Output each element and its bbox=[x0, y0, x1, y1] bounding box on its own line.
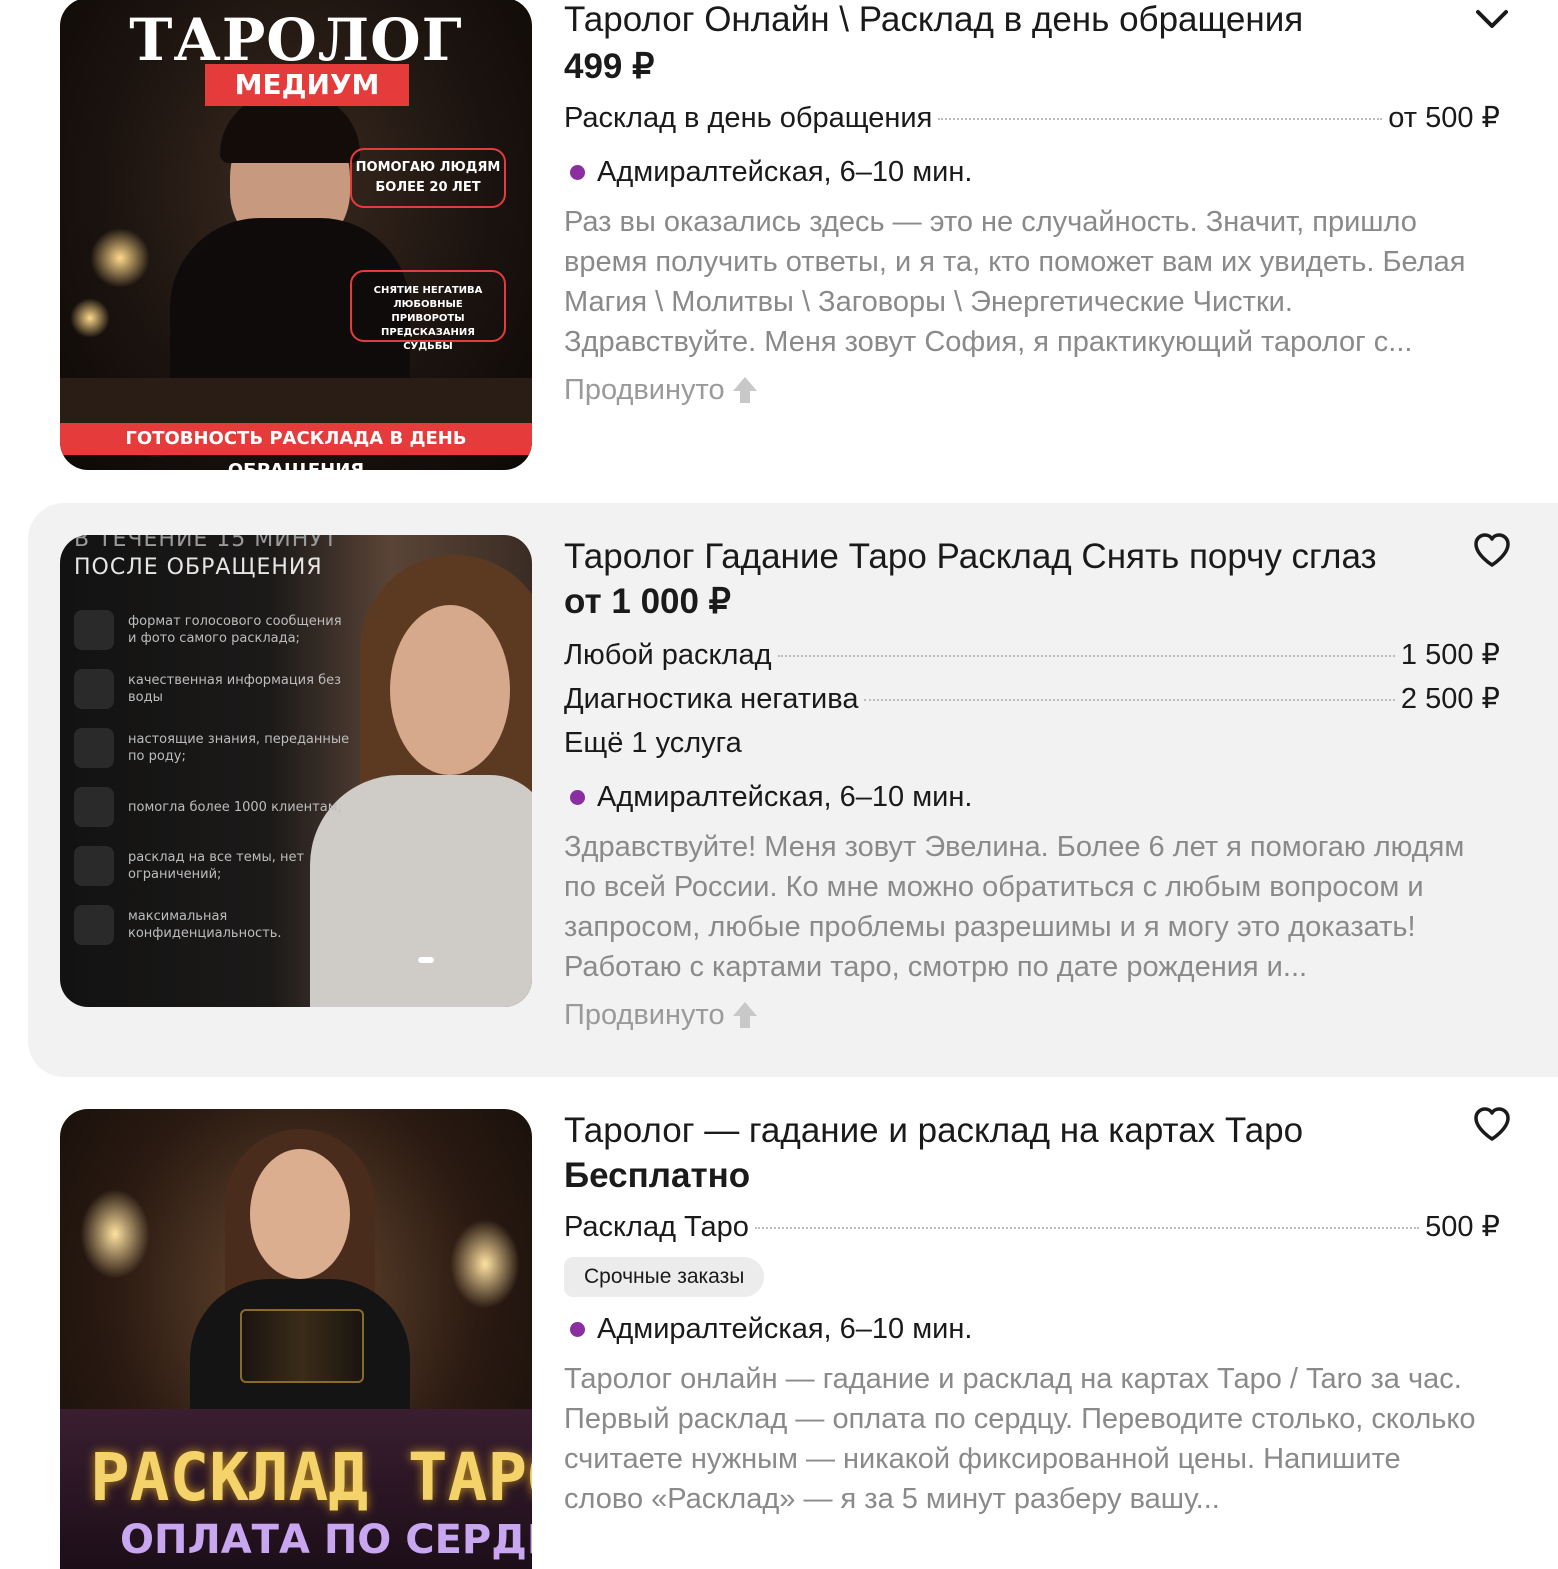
heart-icon[interactable] bbox=[1472, 531, 1512, 571]
listing-card-2-content: В ТЕЧЕНИЕ 15 МИНУТ ПОСЛЕ ОБРАЩЕНИЯ форма… bbox=[0, 503, 1558, 1077]
feature-text: помогла более 1000 клиентам; bbox=[128, 799, 342, 815]
chevron-down-icon[interactable] bbox=[1472, 2, 1512, 42]
urgent-orders-badge: Срочные заказы bbox=[564, 1257, 765, 1297]
listing-price-2: от 1 000 ₽ bbox=[564, 582, 731, 621]
metro-location: Адмиралтейская, 6–10 мин. bbox=[564, 150, 1504, 194]
feature-icon bbox=[74, 728, 114, 768]
listing-card-3[interactable]: РАСКЛАД ТАРО ОПЛАТА ПО СЕРДЦУ Таролог — … bbox=[0, 1077, 1558, 1569]
metro-dot-icon bbox=[570, 164, 585, 180]
dotted-leader bbox=[938, 118, 1383, 120]
image-line-2: ОПЛАТА ПО СЕРДЦУ bbox=[120, 1517, 532, 1563]
promoted-text: Продвинуто bbox=[564, 374, 725, 406]
listing-description-2: Здравствуйте! Меня зовут Эвелина. Более … bbox=[564, 831, 1465, 983]
promoted-label: Продвинуто bbox=[564, 368, 1504, 412]
feature-text: качественная информация без воды bbox=[128, 673, 342, 705]
service-name: Диагностика негатива bbox=[564, 683, 859, 715]
tarot-cards bbox=[240, 1309, 364, 1383]
candle-glow bbox=[450, 1219, 520, 1309]
feature-item: расклад на все темы, нет ограничений; bbox=[74, 841, 354, 891]
feature-item: настоящие знания, переданные по роду; bbox=[74, 723, 354, 773]
listing-title-3[interactable]: Таролог — гадание и расклад на картах Та… bbox=[564, 1109, 1504, 1153]
badge-row: Срочные заказы bbox=[564, 1257, 1504, 1297]
feature-icon bbox=[74, 846, 114, 886]
service-row: Расклад в день обращения от 500 ₽ bbox=[564, 96, 1500, 140]
image-footer: ГОТОВНОСТЬ РАСКЛАДА В ДЕНЬ ОБРАЩЕНИЯ bbox=[60, 423, 532, 470]
feature-text: формат голосового сообщения и фото самог… bbox=[128, 614, 342, 646]
carousel-indicator[interactable] bbox=[418, 957, 434, 963]
listing-title-1[interactable]: Таролог Онлайн \ Расклад в день обращени… bbox=[564, 0, 1504, 42]
feature-text: максимальная конфиденциальность. bbox=[128, 909, 282, 941]
metro-dot-icon bbox=[570, 789, 585, 805]
candle-glow bbox=[80, 1189, 150, 1279]
listing-price-3: Бесплатно bbox=[564, 1156, 751, 1195]
woman-face bbox=[250, 1149, 350, 1279]
listing-image-2[interactable]: В ТЕЧЕНИЕ 15 МИНУТ ПОСЛЕ ОБРАЩЕНИЯ форма… bbox=[60, 535, 532, 1007]
candle-glow bbox=[90, 228, 150, 288]
feature-icon bbox=[74, 669, 114, 709]
service-row: Расклад Таро 500 ₽ bbox=[564, 1205, 1500, 1249]
woman-face bbox=[390, 605, 510, 775]
image-top-1: В ТЕЧЕНИЕ 15 МИНУТ bbox=[74, 535, 339, 552]
service-row: Любой расклад 1 500 ₽ bbox=[564, 633, 1500, 677]
feature-item: помогла более 1000 клиентам; bbox=[74, 782, 354, 832]
service-price: 1 500 ₽ bbox=[1400, 639, 1500, 671]
listing-image-3[interactable]: РАСКЛАД ТАРО ОПЛАТА ПО СЕРДЦУ bbox=[60, 1109, 532, 1569]
image-box-1: ПОМОГАЮ ЛЮДЯМ БОЛЕЕ 20 ЛЕТ bbox=[350, 148, 506, 208]
dotted-leader bbox=[754, 1227, 1420, 1229]
metro-dot-icon bbox=[570, 1321, 585, 1337]
listing-description-1: Раз вы оказались здесь — это не случайно… bbox=[564, 206, 1466, 358]
service-name: Расклад в день обращения bbox=[564, 102, 933, 134]
listing-price-1: 499 ₽ bbox=[564, 47, 655, 86]
listing-title-2[interactable]: Таролог Гадание Таро Расклад Снять порчу… bbox=[564, 535, 1504, 579]
dotted-leader bbox=[777, 655, 1395, 657]
service-name: Любой расклад bbox=[564, 639, 772, 671]
feature-text: настоящие знания, переданные по роду; bbox=[128, 732, 350, 764]
feature-item: формат голосового сообщения и фото самог… bbox=[74, 605, 354, 655]
location-text: Адмиралтейская, 6–10 мин. bbox=[597, 1313, 973, 1345]
service-row: Диагностика негатива 2 500 ₽ bbox=[564, 677, 1500, 721]
service-price: 500 ₽ bbox=[1425, 1211, 1500, 1243]
dotted-leader bbox=[864, 699, 1395, 701]
listing-description-3: Таролог онлайн — гадание и расклад на ка… bbox=[564, 1363, 1476, 1515]
image-line-1: РАСКЛАД ТАРО bbox=[90, 1439, 532, 1516]
service-price: 2 500 ₽ bbox=[1400, 683, 1500, 715]
location-text: Адмиралтейская, 6–10 мин. bbox=[597, 781, 973, 813]
feature-text: расклад на все темы, нет ограничений; bbox=[128, 850, 305, 882]
listing-card-1[interactable]: ТАРОЛОГ МЕДИУМ ПОМОГАЮ ЛЮДЯМ БОЛЕЕ 20 ЛЕ… bbox=[0, 0, 1558, 490]
service-name: Расклад Таро bbox=[564, 1211, 749, 1243]
arrow-up-icon bbox=[732, 1002, 757, 1028]
promoted-label: Продвинуто bbox=[564, 993, 1504, 1037]
feature-item: качественная информация без воды bbox=[74, 664, 354, 714]
feature-icon bbox=[74, 787, 114, 827]
promoted-text: Продвинуто bbox=[564, 999, 725, 1031]
feature-item: максимальная конфиденциальность. bbox=[74, 900, 354, 950]
feature-icon bbox=[74, 610, 114, 650]
location-text: Адмиралтейская, 6–10 мин. bbox=[597, 156, 973, 188]
image-box-2: СНЯТИЕ НЕГАТИВА ЛЮБОВНЫЕ ПРИВОРОТЫ ПРЕДС… bbox=[350, 270, 506, 352]
heart-icon[interactable] bbox=[1472, 1105, 1512, 1145]
metro-location: Адмиралтейская, 6–10 мин. bbox=[564, 1307, 1504, 1351]
listing-image-1[interactable]: ТАРОЛОГ МЕДИУМ ПОМОГАЮ ЛЮДЯМ БОЛЕЕ 20 ЛЕ… bbox=[60, 0, 532, 470]
candle-glow bbox=[70, 298, 110, 338]
arrow-up-icon bbox=[732, 377, 757, 403]
service-price: от 500 ₽ bbox=[1388, 102, 1500, 134]
image-ribbon: МЕДИУМ bbox=[205, 64, 409, 106]
image-top-2: ПОСЛЕ ОБРАЩЕНИЯ bbox=[74, 555, 323, 580]
feature-icon bbox=[74, 905, 114, 945]
more-services-link[interactable]: Ещё 1 услуга bbox=[564, 721, 1504, 765]
metro-location: Адмиралтейская, 6–10 мин. bbox=[564, 775, 1504, 819]
